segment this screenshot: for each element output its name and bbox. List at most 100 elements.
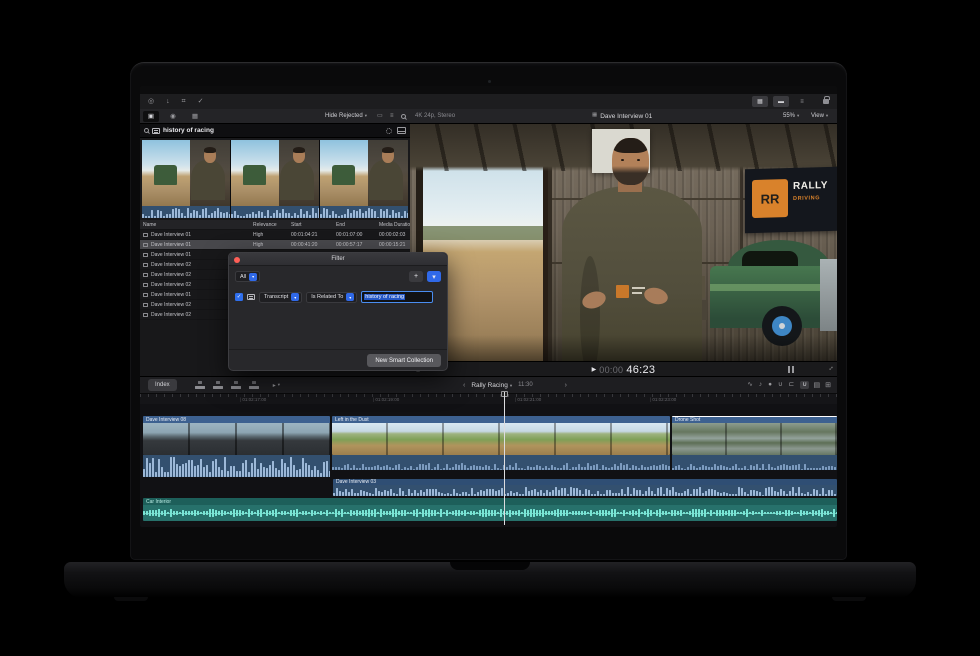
add-rule-button[interactable]: +	[409, 271, 423, 282]
trim-icon[interactable]: ⊏	[789, 382, 794, 389]
clip-row[interactable]: Dave Interview 01High00:00:41:2000:00:57…	[140, 240, 410, 250]
grid-view-button[interactable]: ▦	[752, 96, 768, 107]
laptop-base	[64, 562, 916, 598]
popup-titlebar[interactable]: Filter	[229, 253, 447, 266]
clip-dave-interview-03[interactable]: Dave Interview 03	[333, 479, 837, 496]
frame-image	[231, 140, 319, 206]
column-end[interactable]: End	[333, 222, 376, 228]
clip-icon	[143, 233, 148, 237]
rule-value-input[interactable]: history of racing	[361, 291, 433, 303]
clip-drone-shot[interactable]: Drone Shot	[672, 416, 837, 455]
frame-image	[320, 140, 408, 206]
append-edit-icon[interactable]	[231, 381, 241, 389]
ruler-label: 01:02:21:00	[515, 397, 541, 402]
column-name[interactable]: Name	[140, 222, 250, 228]
clip-icon	[143, 243, 148, 247]
clip-icon	[143, 313, 148, 317]
project-dropdown[interactable]: Rally Racing	[471, 382, 512, 389]
gear-icon[interactable]	[386, 128, 392, 134]
transcript-badge-icon	[152, 128, 160, 134]
camera-icon	[488, 80, 491, 83]
scope-dropdown[interactable]: All▾	[235, 271, 260, 282]
clip-appearance-icon[interactable]: ▤	[814, 382, 821, 389]
search-input[interactable]: history of racing	[163, 127, 214, 134]
ruler-label: 01:02:23:00	[650, 397, 676, 402]
search-icon[interactable]	[401, 114, 406, 119]
filter-popup: Filter All▾ + ▾ ✓ Transcript▾	[228, 252, 448, 371]
filmstrip-frame[interactable]	[320, 140, 408, 218]
index-button[interactable]: Index	[148, 379, 177, 391]
screen: ◎ ↓ ⌗ ✓ ▦ ▬ ≡ ▣ ◉ ▦ Hide	[140, 86, 837, 527]
rule-checkbox[interactable]: ✓	[235, 293, 243, 301]
audio-skimming-icon[interactable]: ♪	[759, 382, 762, 389]
table-header[interactable]: Name Relevance Start End Media Duration	[140, 220, 410, 230]
column-relevance[interactable]: Relevance	[250, 222, 288, 228]
timeline-back-icon[interactable]: ‹	[463, 382, 465, 389]
list-icon[interactable]: ≡	[390, 113, 394, 119]
new-smart-collection-button[interactable]: New Smart Collection	[367, 354, 441, 367]
sidebar-effects-button[interactable]: ▦	[187, 111, 203, 122]
rule-type-dropdown[interactable]: Transcript▾	[259, 292, 302, 303]
clip-icon	[143, 283, 148, 287]
filmstrip-toggle-icon[interactable]	[397, 127, 406, 134]
clip-dave-interview-08[interactable]: Dave Interview 08	[143, 416, 330, 455]
media-import-icon[interactable]: ◎	[148, 98, 154, 105]
zoom-level-dropdown[interactable]: 55%	[783, 113, 799, 119]
list-view-button[interactable]: ≡	[794, 96, 810, 107]
browser-toolbar: ▣ ◉ ▦ Hide Rejected ▭ ≡ 4K 24p, Stereo ▦…	[140, 109, 837, 124]
column-duration[interactable]: Media Duration	[376, 222, 410, 228]
ruler-label: 01:02:17:00	[240, 397, 266, 402]
sidebar-libraries-button[interactable]: ▣	[143, 111, 159, 122]
window-toolbar: ◎ ↓ ⌗ ✓ ▦ ▬ ≡	[140, 94, 837, 109]
playhead[interactable]	[504, 392, 505, 525]
timeline-forward-icon[interactable]: ›	[565, 382, 567, 389]
frame-image	[142, 140, 230, 206]
play-icon[interactable]: ▶	[592, 366, 597, 373]
timeline-tracks: Dave Interview 08 Left in the Dust Drone…	[140, 404, 837, 527]
keyword-icon[interactable]: ⌗	[182, 98, 186, 105]
laptop-lid: ◎ ↓ ⌗ ✓ ▦ ▬ ≡ ▣ ◉ ▦ Hide	[130, 62, 847, 560]
interview-subject	[556, 134, 708, 361]
connect-edit-icon[interactable]	[195, 381, 205, 389]
clip-thumbnails	[143, 423, 330, 455]
insert-edit-icon[interactable]	[213, 381, 223, 389]
skimming-icon[interactable]: ∿	[747, 382, 752, 389]
viewer-video[interactable]: RR RALLY DRIVING	[410, 124, 837, 361]
clip-left-in-the-dust[interactable]: Left in the Dust	[332, 416, 670, 455]
close-icon[interactable]	[234, 257, 240, 263]
timeline-zoom-icon[interactable]: ⊞	[825, 382, 831, 389]
column-start[interactable]: Start	[288, 222, 333, 228]
clip-thumbnails	[332, 423, 670, 455]
clip-left-in-the-dust-audio[interactable]	[332, 455, 670, 470]
timeline-ruler[interactable]: 01:02:17:0001:02:19:0001:02:21:0001:02:2…	[140, 393, 837, 404]
sidebar-photos-button[interactable]: ◉	[165, 111, 181, 122]
clip-car-interior[interactable]: Car Interior	[143, 498, 837, 521]
import-icon[interactable]: ↓	[166, 98, 170, 105]
add-rule-dropdown[interactable]: ▾	[427, 271, 441, 282]
audio-waveform	[320, 206, 408, 218]
tasks-check-icon[interactable]: ✓	[198, 98, 204, 105]
tool-dropdown[interactable]: ▸	[273, 382, 280, 389]
overwrite-edit-icon[interactable]	[249, 381, 259, 389]
search-bar[interactable]: history of racing	[140, 124, 410, 138]
lock-icon[interactable]	[823, 99, 829, 104]
filmstrip-frame[interactable]	[142, 140, 230, 218]
clip-icon	[143, 293, 148, 297]
clip-filmstrip[interactable]	[142, 140, 408, 218]
view-dropdown[interactable]: View	[811, 113, 828, 119]
solo-icon[interactable]: ●	[768, 382, 772, 389]
filmstrip-frame[interactable]	[231, 140, 319, 218]
shirt-logo	[616, 284, 646, 302]
filmstrip-view-button[interactable]: ▬	[773, 96, 789, 107]
loop-icon[interactable]: ∪	[778, 382, 783, 389]
clip-drone-shot-audio[interactable]	[672, 455, 837, 470]
clip-dave-interview-08-audio[interactable]	[143, 455, 330, 477]
clip-row[interactable]: Dave Interview 01High00:01:04:2100:01:07…	[140, 230, 410, 240]
viewer-transport-bar: ◎ ▶ 00:00 46:23 ↕	[410, 361, 837, 376]
rule-operator-dropdown[interactable]: Is Related To▾	[306, 292, 357, 303]
clip-appearance-icon[interactable]: ▭	[377, 113, 383, 119]
snapping-icon[interactable]: ∪	[800, 381, 809, 390]
hide-rejected-filter[interactable]: Hide Rejected	[325, 113, 367, 119]
audio-meters-icon[interactable]	[788, 366, 794, 373]
filter-rule-row: ✓ Transcript▾ Is Related To▾ history of …	[235, 291, 433, 303]
